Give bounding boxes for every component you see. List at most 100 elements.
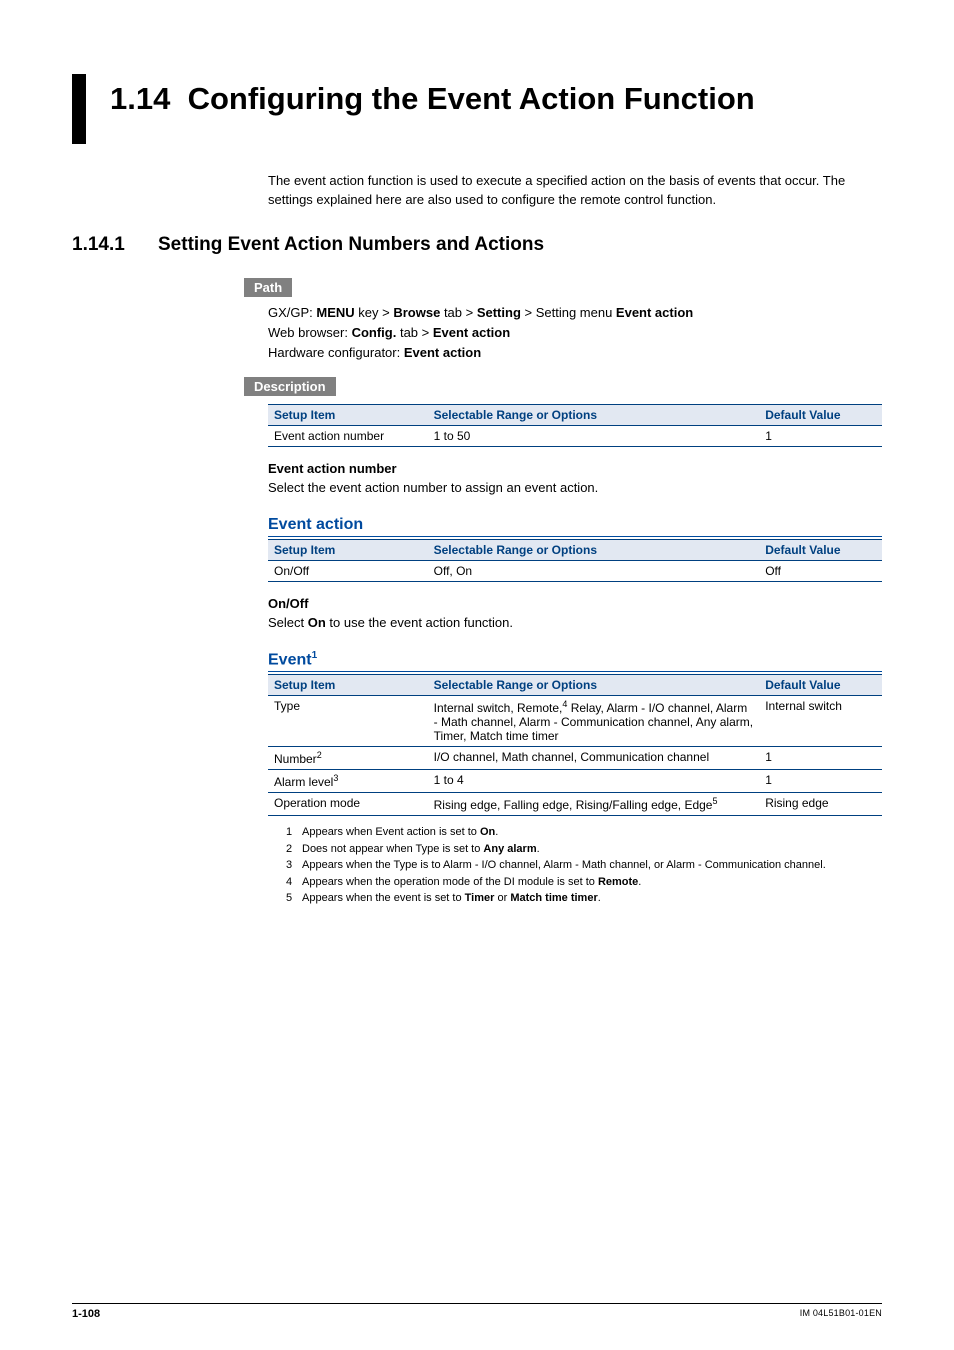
- text: tab >: [396, 325, 433, 340]
- text: Timer: [465, 892, 495, 904]
- description-table: Setup Item Selectable Range or Options D…: [268, 404, 882, 447]
- text: .: [638, 876, 641, 888]
- table-header-row: Setup Item Selectable Range or Options D…: [268, 539, 882, 560]
- cell: Type: [268, 696, 428, 747]
- event-action-table: Setup Item Selectable Range or Options D…: [268, 539, 882, 582]
- text: or: [494, 892, 510, 904]
- text: On: [480, 826, 495, 838]
- text: Event action: [404, 345, 481, 360]
- field-heading: On/Off: [268, 596, 882, 611]
- th-setup-item: Setup Item: [268, 675, 428, 696]
- footnote: 5Appears when the event is set to Timer …: [286, 890, 882, 907]
- cell: Off: [759, 560, 882, 581]
- event-action-heading: Event action: [268, 516, 882, 537]
- text: > Setting menu: [521, 305, 616, 320]
- text: .: [598, 892, 601, 904]
- text: Does not appear when Type is set to: [302, 843, 483, 855]
- path-line-2: Web browser: Config. tab > Event action: [268, 323, 882, 343]
- content-block: Path GX/GP: MENU key > Browse tab > Sett…: [268, 264, 882, 907]
- table-row: Alarm level3 1 to 4 1: [268, 770, 882, 793]
- footnote-text: Appears when the operation mode of the D…: [302, 874, 641, 891]
- cell: Internal switch, Remote,4 Relay, Alarm -…: [428, 696, 760, 747]
- superscript: 3: [333, 773, 338, 783]
- field-body: Select the event action number to assign…: [268, 478, 882, 498]
- superscript: 1: [312, 650, 318, 661]
- cell: I/O channel, Math channel, Communication…: [428, 747, 760, 770]
- text: Setting: [477, 305, 521, 320]
- text: key >: [355, 305, 394, 320]
- superscript: 5: [712, 796, 717, 806]
- cell: Rising edge, Falling edge, Rising/Fallin…: [428, 793, 760, 816]
- th-range: Selectable Range or Options: [428, 539, 760, 560]
- footnote-text: Does not appear when Type is set to Any …: [302, 841, 540, 858]
- text: .: [495, 826, 498, 838]
- table-header-row: Setup Item Selectable Range or Options D…: [268, 675, 882, 696]
- text: Hardware configurator:: [268, 345, 404, 360]
- th-range: Selectable Range or Options: [428, 405, 760, 426]
- footnotes: 1Appears when Event action is set to On.…: [286, 824, 882, 907]
- cell: On/Off: [268, 560, 428, 581]
- table-header-row: Setup Item Selectable Range or Options D…: [268, 405, 882, 426]
- text: Select: [268, 615, 308, 630]
- th-setup-item: Setup Item: [268, 405, 428, 426]
- cell: 1: [759, 770, 882, 793]
- description-tag: Description: [244, 377, 336, 396]
- cell: 1: [759, 747, 882, 770]
- th-setup-item: Setup Item: [268, 539, 428, 560]
- text: MENU: [316, 305, 354, 320]
- superscript: 2: [317, 750, 322, 760]
- text: Remote: [598, 876, 638, 888]
- table-row: Event action number 1 to 50 1: [268, 426, 882, 447]
- text: Config.: [352, 325, 397, 340]
- cell: Number2: [268, 747, 428, 770]
- th-range: Selectable Range or Options: [428, 675, 760, 696]
- text: Event action: [433, 325, 510, 340]
- text: tab >: [440, 305, 477, 320]
- cell: 1: [759, 426, 882, 447]
- section-heading: 1.14 Configuring the Event Action Functi…: [72, 70, 882, 144]
- text: On: [308, 615, 326, 630]
- page: 1.14 Configuring the Event Action Functi…: [0, 0, 954, 1350]
- th-default: Default Value: [759, 675, 882, 696]
- footnote: 4Appears when the operation mode of the …: [286, 874, 882, 891]
- text: Any alarm: [483, 843, 536, 855]
- table-row: Operation mode Rising edge, Falling edge…: [268, 793, 882, 816]
- heading-number: 1.14: [110, 81, 170, 116]
- text: Appears when the event is set to: [302, 892, 465, 904]
- text: Appears when the operation mode of the D…: [302, 876, 598, 888]
- cell: Rising edge: [759, 793, 882, 816]
- footnote-num: 3: [286, 857, 302, 874]
- table-row: Number2 I/O channel, Math channel, Commu…: [268, 747, 882, 770]
- heading-text: 1.14 Configuring the Event Action Functi…: [110, 70, 755, 119]
- text: Event: [268, 651, 312, 668]
- footnote-text: Appears when the event is set to Timer o…: [302, 890, 601, 907]
- text: Match time timer: [510, 892, 597, 904]
- text: Web browser:: [268, 325, 352, 340]
- th-default: Default Value: [759, 539, 882, 560]
- th-default: Default Value: [759, 405, 882, 426]
- text: Browse: [393, 305, 440, 320]
- footnote-text: Appears when Event action is set to On.: [302, 824, 498, 841]
- text: Rising edge, Falling edge, Rising/Fallin…: [434, 798, 713, 812]
- footnote-num: 5: [286, 890, 302, 907]
- subsection-title: Setting Event Action Numbers and Actions: [158, 234, 544, 256]
- event-heading: Event1: [268, 650, 882, 672]
- text: .: [537, 843, 540, 855]
- heading-bar: [72, 74, 86, 144]
- field-body: Select On to use the event action functi…: [268, 613, 882, 633]
- text: Number: [274, 752, 317, 766]
- text: to use the event action function.: [326, 615, 513, 630]
- subsection-heading: 1.14.1 Setting Event Action Numbers and …: [72, 234, 882, 256]
- intro-paragraph: The event action function is used to exe…: [268, 172, 882, 210]
- path-content: GX/GP: MENU key > Browse tab > Setting >…: [268, 303, 882, 363]
- path-line-1: GX/GP: MENU key > Browse tab > Setting >…: [268, 303, 882, 323]
- path-line-3: Hardware configurator: Event action: [268, 343, 882, 363]
- cell: Operation mode: [268, 793, 428, 816]
- footnote: 3Appears when the Type is to Alarm - I/O…: [286, 857, 882, 874]
- event-table: Setup Item Selectable Range or Options D…: [268, 674, 882, 816]
- text: Alarm level: [274, 775, 333, 789]
- text: GX/GP:: [268, 305, 316, 320]
- text: Internal switch, Remote,: [434, 701, 563, 715]
- footnote: 1Appears when Event action is set to On.: [286, 824, 882, 841]
- page-number: 1-108: [72, 1308, 100, 1320]
